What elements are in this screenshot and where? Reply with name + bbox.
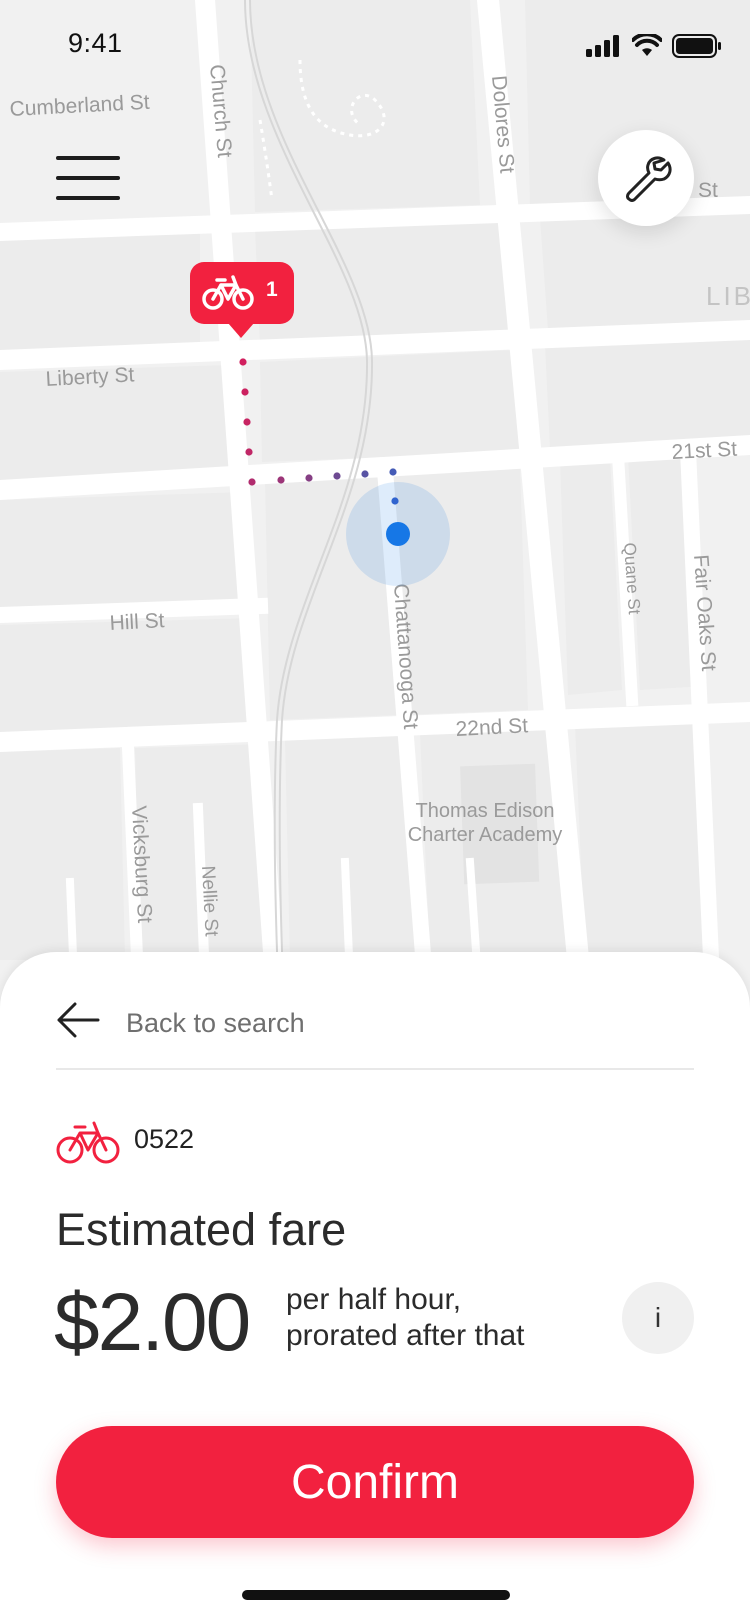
street-label-hill: Hill St [109,609,165,635]
confirm-button[interactable]: Confirm [56,1426,694,1538]
bike-count: 1 [266,278,278,301]
report-issue-button[interactable] [598,130,694,226]
fare-note: per half hour, prorated after that [286,1282,586,1354]
user-location-dot [386,522,410,546]
street-label-partial-st: St [698,179,718,202]
street-label-22nd: 22nd St [455,714,529,741]
status-bar: 9:41 [0,0,750,90]
fare-price: $2.00 [54,1277,251,1368]
screen: Cumberland St Church St Dolores St Liber… [0,0,750,1624]
back-to-search-label: Back to search [126,1008,305,1038]
poi-label-line1: Thomas Edison [416,800,555,822]
fare-note-line2: prorated after that [286,1319,525,1352]
battery-icon [672,34,721,58]
wifi-icon [632,34,662,56]
bike-detail-sheet: Back to search 0522 Estimated fare $2.00… [0,952,750,1624]
bicycle-icon [56,1121,120,1164]
status-time: 9:41 [68,28,123,58]
wrench-icon [626,156,672,202]
bicycle-icon [202,275,254,310]
street-label-21st: 21st St [671,438,738,464]
divider [56,1068,694,1070]
bike-id-row: 0522 [56,1120,356,1164]
bike-station-pin[interactable]: 1 [190,262,294,338]
fare-info-button[interactable]: i [622,1282,694,1354]
home-indicator [242,1590,510,1600]
signal-icon [586,35,619,57]
arrow-left-icon [57,1002,100,1038]
fare-title: Estimated fare [56,1204,347,1255]
back-to-search-button[interactable]: Back to search [56,988,696,1050]
menu-button[interactable] [56,154,120,204]
street-label-nellie: Nellie St [197,865,222,937]
poi-label-line2: Charter Academy [408,824,563,846]
street-label-liberty: Liberty St [45,363,135,391]
street-label-partial-lib: LIB [706,281,750,311]
fare-note-line1: per half hour, [286,1283,462,1316]
bike-id: 0522 [134,1124,195,1154]
